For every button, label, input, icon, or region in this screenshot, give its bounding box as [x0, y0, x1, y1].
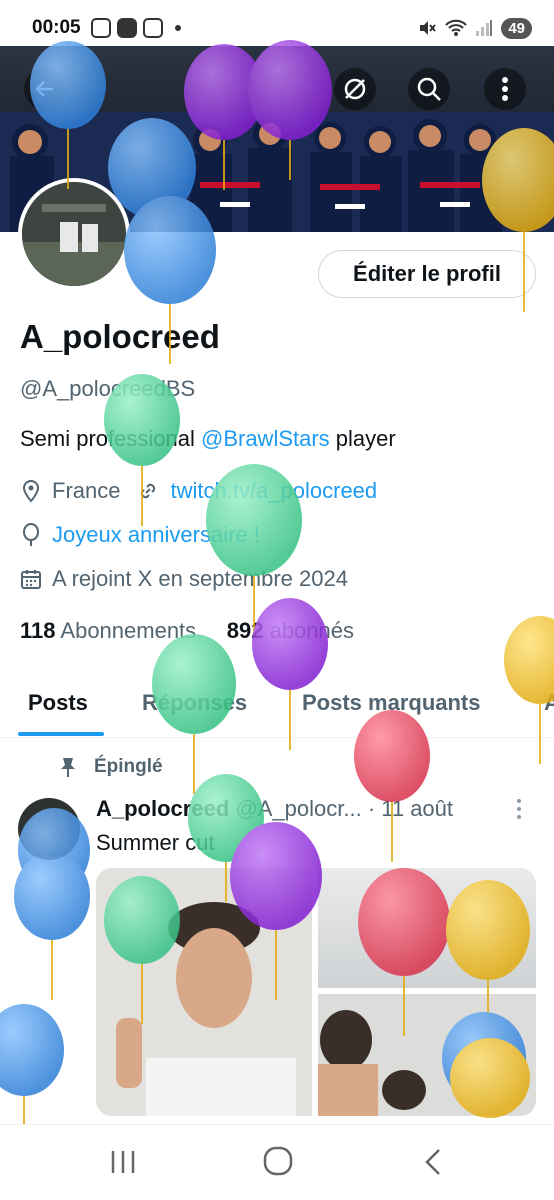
active-tab-indicator: [18, 732, 104, 736]
following-label: Abonnements: [60, 618, 197, 643]
more-vertical-icon: [502, 77, 508, 101]
profile-avatar[interactable]: [18, 178, 130, 290]
balloon-icon: [23, 523, 39, 546]
tab-posts[interactable]: Posts: [28, 690, 88, 716]
location-pin-icon: [22, 479, 40, 503]
home-icon[interactable]: [262, 1145, 294, 1177]
bio-text: Semi professional: [20, 426, 201, 451]
instagram-icon: [90, 18, 111, 38]
tab-highlights[interactable]: Posts marquants: [302, 690, 481, 716]
pinned-label: Épinglé: [94, 756, 163, 777]
birthday-row: Joyeux anniversaire !: [20, 522, 260, 548]
followers-count: 892: [226, 618, 264, 643]
post-more-button[interactable]: [516, 798, 522, 826]
display-name: A_polocreed: [20, 318, 220, 355]
wifi-icon: [445, 19, 468, 36]
tab-replies[interactable]: Réponses: [142, 690, 247, 716]
location-website-row: France twitch.tv/a_polocreed: [20, 478, 377, 504]
more-notifications-dot: [174, 25, 181, 31]
joined-row: A rejoint X en septembre 2024: [20, 566, 348, 592]
instagram-icon: [142, 18, 163, 38]
search-button[interactable]: [408, 68, 450, 110]
bio: Semi professional @BrawlStars player: [20, 426, 396, 452]
sync-off-icon: [344, 78, 366, 100]
battery-indicator: 49: [501, 17, 532, 39]
signal-icon: [476, 20, 493, 36]
search-icon: [417, 77, 441, 101]
post-photo-1[interactable]: [96, 868, 312, 1116]
calendar-icon: [21, 570, 41, 589]
website-link[interactable]: twitch.tv/a_polocreed: [170, 478, 377, 504]
more-options-button[interactable]: [484, 68, 526, 110]
post-text: Summer cut: [96, 830, 215, 855]
notification-icons: [90, 18, 181, 38]
tab-media[interactable]: A: [544, 690, 554, 716]
post-header: A_polocreed @A_polocr... · 11 août: [96, 796, 453, 822]
avatar-image: [22, 182, 126, 286]
system-navigation-bar: [0, 1124, 554, 1200]
more-icon: [517, 799, 521, 819]
post-author-handle: @A_polocr...: [235, 796, 362, 821]
pin-icon: [61, 758, 75, 777]
following-count: 118: [20, 618, 56, 643]
edit-profile-button[interactable]: Éditer le profil: [318, 250, 536, 298]
user-handle: @A_polocreedBS: [20, 376, 196, 401]
follow-stats: 118 Abonnements 892 abonnés: [20, 618, 354, 644]
followers-link[interactable]: 892 abonnés: [227, 618, 354, 643]
pinned-indicator: Épinglé: [58, 756, 163, 778]
back-icon[interactable]: [422, 1147, 446, 1177]
post-author-name[interactable]: A_polocreed: [96, 796, 229, 821]
location-text: France: [52, 478, 121, 503]
photo-side: [318, 994, 536, 1116]
back-arrow-icon: [35, 81, 53, 97]
following-link[interactable]: 118 Abonnements: [20, 618, 196, 643]
birthday-link[interactable]: Joyeux anniversaire !: [52, 522, 260, 548]
post-date: · 11 août: [367, 796, 454, 821]
profile-tabs: Posts Réponses Posts marquants A: [0, 676, 554, 738]
link-icon: [141, 483, 156, 499]
bio-mention-link[interactable]: @BrawlStars: [201, 426, 330, 451]
back-button[interactable]: [24, 68, 66, 110]
youtube-icon: [116, 18, 137, 38]
post-media-grid: [96, 868, 536, 1116]
status-time: 00:05: [32, 17, 81, 38]
sync-button[interactable]: [334, 68, 376, 110]
mute-icon: [420, 21, 437, 35]
photo-portrait: [96, 868, 312, 1116]
post-photo-3[interactable]: [318, 994, 536, 1116]
joined-text: A rejoint X en septembre 2024: [52, 566, 348, 591]
post-author-avatar[interactable]: [18, 798, 80, 860]
post-photo-2[interactable]: [318, 868, 536, 988]
bio-text-suffix: player: [329, 426, 396, 451]
followers-label: abonnés: [269, 618, 354, 643]
recent-apps-icon[interactable]: [108, 1147, 138, 1177]
